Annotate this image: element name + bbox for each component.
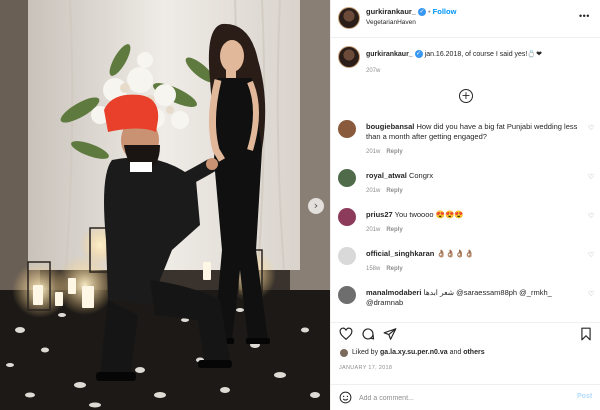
- comment-text: royal_atwal Congrx: [366, 171, 578, 181]
- heart-icon[interactable]: ♡: [588, 173, 594, 181]
- comment-text: prius27 You twoooo 😍😍😍: [366, 210, 578, 220]
- comment-age[interactable]: 201w: [366, 227, 380, 233]
- comment-meta: 201w Reply: [366, 227, 403, 233]
- comment-age[interactable]: 201w: [366, 149, 380, 155]
- verified-badge-icon: ✓: [414, 50, 423, 59]
- share-icon[interactable]: [383, 327, 397, 341]
- comment-body: You twoooo: [394, 210, 434, 219]
- comment-avatar[interactable]: [338, 208, 356, 226]
- separator-dot: •: [428, 7, 431, 16]
- caption-username[interactable]: gurkirankaur_: [366, 51, 413, 58]
- proposal-photo: [0, 0, 330, 410]
- heart-icon[interactable]: ♡: [588, 251, 594, 259]
- heart-icon[interactable]: [339, 327, 353, 341]
- caption-avatar[interactable]: [338, 46, 360, 68]
- emoji-icon[interactable]: [339, 391, 352, 404]
- comment-meta: 158w Reply: [366, 266, 403, 272]
- likes-prefix: Liked by: [352, 349, 379, 356]
- likes-connector: and: [449, 349, 462, 356]
- username-link[interactable]: gurkirankaur_: [366, 7, 416, 16]
- reply-button[interactable]: Reply: [386, 266, 402, 272]
- post-side-panel: gurkirankaur_ ✓ • Follow VegetarianHaven ••…: [330, 0, 600, 410]
- heart-icon[interactable]: ♡: [588, 124, 594, 132]
- caption-emoji: 💍❤: [527, 51, 542, 58]
- comment-emoji: 😍😍😍: [435, 210, 464, 219]
- comment-text: official_singhkaran 👌🏽👌🏽👌🏽👌🏽: [366, 249, 578, 259]
- comment-text: manalmodaberi شعر ابدها @saraessam88ph @…: [366, 288, 578, 308]
- caption-age[interactable]: 207w: [366, 68, 380, 74]
- comment-icon[interactable]: [361, 327, 375, 341]
- reply-button[interactable]: Reply: [386, 188, 402, 194]
- bookmark-icon[interactable]: [579, 327, 593, 341]
- location-link[interactable]: VegetarianHaven: [366, 19, 416, 26]
- post-photo[interactable]: ›: [0, 0, 330, 410]
- next-photo-icon[interactable]: ›: [308, 198, 324, 214]
- comment-body: Congrx: [408, 171, 434, 180]
- comment-username[interactable]: royal_atwal: [366, 171, 407, 180]
- reply-button[interactable]: Reply: [386, 149, 402, 155]
- post-header: gurkirankaur_ ✓ • Follow VegetarianHaven ••…: [331, 0, 600, 38]
- caption-body: jan.16.2018, of course I said yes!: [424, 51, 528, 58]
- add-comment-bar: Post: [331, 384, 600, 410]
- caption-text: gurkirankaur_ ✓ jan.16.2018, of course I …: [366, 50, 594, 59]
- heart-icon[interactable]: ♡: [588, 290, 594, 298]
- comment-avatar[interactable]: [338, 286, 356, 304]
- comment-avatar[interactable]: [338, 169, 356, 187]
- comment-input[interactable]: [359, 391, 559, 405]
- comment-username[interactable]: bougiebansal: [366, 122, 414, 131]
- likes-others-link[interactable]: others: [463, 349, 484, 356]
- comment-text: bougiebansal How did you have a big fat …: [366, 122, 578, 142]
- comment-username[interactable]: official_singhkaran: [366, 249, 434, 258]
- comment-emoji: 👌🏽👌🏽👌🏽👌🏽: [436, 249, 474, 258]
- comment-username[interactable]: manalmodaberi: [366, 288, 421, 297]
- liker-username[interactable]: ga.la.xy.su.per.n0.va: [380, 349, 448, 356]
- comment-age[interactable]: 158w: [366, 266, 380, 272]
- comment-age[interactable]: 201w: [366, 188, 380, 194]
- post-comment-button[interactable]: Post: [577, 393, 592, 400]
- action-bar: [331, 322, 600, 344]
- more-options-icon[interactable]: •••: [579, 11, 590, 21]
- comment-avatar[interactable]: [338, 247, 356, 265]
- follow-button[interactable]: Follow: [433, 7, 457, 16]
- comment-avatar[interactable]: [338, 120, 356, 138]
- verified-badge-icon: ✓: [418, 8, 427, 17]
- avatar[interactable]: [338, 7, 360, 29]
- likes-summary: Liked by ga.la.xy.su.per.n0.va and other…: [331, 346, 600, 360]
- reply-button[interactable]: Reply: [386, 227, 402, 233]
- post-header-user: gurkirankaur_ ✓ • Follow: [366, 7, 457, 17]
- comment-username[interactable]: prius27: [366, 210, 393, 219]
- comment-meta: 201w Reply: [366, 188, 403, 194]
- load-more-comments-icon[interactable]: +: [459, 89, 473, 103]
- likes-text: Liked by ga.la.xy.su.per.n0.va and other…: [352, 349, 485, 356]
- heart-icon[interactable]: ♡: [588, 212, 594, 220]
- post-date[interactable]: JANUARY 17, 2018: [339, 365, 392, 371]
- comment-meta: 201w Reply: [366, 149, 403, 155]
- liker-avatar[interactable]: [339, 348, 349, 358]
